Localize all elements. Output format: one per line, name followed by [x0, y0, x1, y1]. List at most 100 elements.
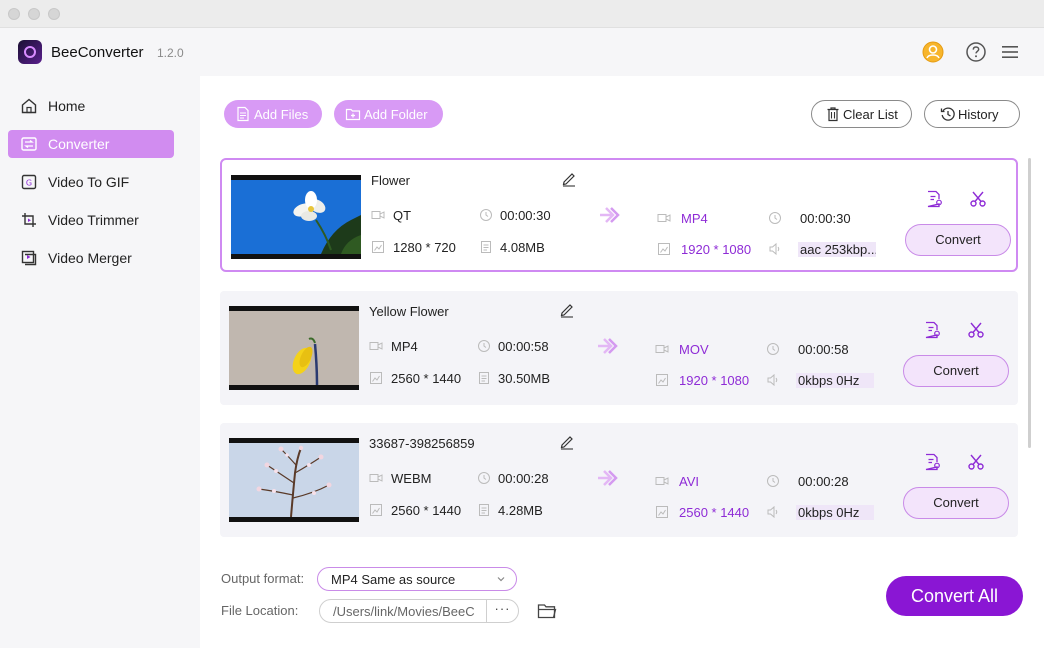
output-resolution[interactable]: 2560 * 1440 [679, 505, 749, 520]
home-icon [21, 98, 37, 114]
speaker-icon [767, 505, 778, 519]
flower-thumbnail-image [231, 180, 361, 254]
convert-all-button[interactable]: Convert All [886, 576, 1023, 616]
convert-arrow-icon [598, 470, 618, 486]
app-logo [18, 40, 42, 64]
file-name: 33687-398256859 [369, 436, 475, 451]
file-card[interactable]: Yellow Flower MP4 00:00:58 2560 * 1440 3… [220, 291, 1018, 405]
output-format[interactable]: MOV [679, 342, 709, 357]
video-format-icon [369, 342, 383, 350]
edit-name-icon[interactable] [559, 434, 575, 450]
source-duration: 00:00:58 [498, 339, 549, 354]
file-card[interactable]: Flower QT 00:00:30 1280 * 720 4.08MB MP4… [220, 158, 1018, 272]
add-folder-button[interactable]: Add Folder [334, 100, 443, 128]
output-format-label: Output format: [221, 571, 305, 586]
window-titlebar [0, 0, 1044, 28]
file-size-icon [479, 372, 489, 384]
edit-name-icon[interactable] [561, 171, 577, 187]
clear-list-label: Clear List [843, 107, 898, 122]
output-format-value: MP4 Same as source [331, 572, 456, 587]
output-format-select[interactable]: MP4 Same as source [317, 567, 517, 591]
history-button[interactable]: History [924, 100, 1020, 128]
video-thumbnail [231, 175, 361, 259]
file-location-label: File Location: [221, 603, 299, 618]
source-size: 30.50MB [498, 371, 551, 386]
add-file-icon [237, 106, 249, 122]
clock-icon [767, 343, 779, 355]
sidebar-item-label: Video Trimmer [48, 212, 139, 228]
yellow-flower-thumbnail-image [229, 311, 359, 385]
clock-icon [767, 475, 779, 487]
output-format[interactable]: MP4 [681, 211, 708, 226]
history-label: History [958, 107, 999, 122]
file-location-field[interactable]: /Users/link/Movies/BeeC ··· [319, 599, 519, 623]
browse-location-button[interactable]: ··· [486, 600, 518, 622]
scissors-icon[interactable] [969, 190, 987, 208]
account-icon[interactable] [922, 41, 944, 63]
source-size: 4.08MB [500, 240, 545, 255]
speaker-icon [769, 242, 780, 256]
file-name: Yellow Flower [369, 304, 449, 319]
resolution-icon [372, 241, 384, 253]
output-resolution[interactable]: 1920 * 1080 [681, 242, 751, 257]
menu-icon[interactable] [999, 41, 1021, 63]
source-resolution: 2560 * 1440 [391, 503, 462, 518]
add-folder-icon [345, 108, 361, 121]
zoom-window-button[interactable] [48, 8, 60, 20]
clock-icon [478, 472, 490, 484]
clear-list-button[interactable]: Clear List [811, 100, 912, 128]
add-files-button[interactable]: Add Files [224, 100, 322, 128]
svg-text:G: G [26, 179, 32, 188]
scissors-icon[interactable] [967, 321, 985, 339]
add-folder-label: Add Folder [364, 107, 428, 122]
resolution-icon [370, 504, 382, 516]
help-icon[interactable] [965, 41, 987, 63]
sidebar-item-home[interactable]: Home [8, 92, 174, 120]
settings-file-icon[interactable] [923, 453, 941, 471]
app-version: 1.2.0 [157, 46, 184, 60]
file-list-scroll-thumb[interactable] [1028, 158, 1031, 448]
blossom-branch-thumbnail-image [229, 443, 359, 517]
output-duration: 00:00:30 [800, 211, 851, 226]
convert-arrow-icon [600, 207, 620, 223]
app-name: BeeConverter [51, 44, 144, 61]
settings-file-icon[interactable] [925, 190, 943, 208]
convert-button[interactable]: Convert [903, 355, 1009, 387]
output-audio[interactable]: 0kbps 0Hz [796, 505, 874, 520]
sidebar: Home Converter G Video To GIF Video Trim… [0, 76, 200, 648]
video-format-icon [657, 214, 671, 222]
sidebar-item-converter[interactable]: Converter [8, 130, 174, 158]
settings-file-icon[interactable] [923, 321, 941, 339]
source-format: WEBM [391, 471, 432, 486]
close-window-button[interactable] [8, 8, 20, 20]
file-card[interactable]: 33687-398256859 WEBM 00:00:28 2560 * 144… [220, 423, 1018, 537]
scissors-icon[interactable] [967, 453, 985, 471]
edit-name-icon[interactable] [559, 302, 575, 318]
source-resolution: 2560 * 1440 [391, 371, 462, 386]
convert-arrow-icon [598, 338, 618, 354]
output-resolution[interactable]: 1920 * 1080 [679, 373, 749, 388]
source-size: 4.28MB [498, 503, 543, 518]
source-format: QT [393, 208, 412, 223]
output-audio[interactable]: aac 253kbp... [798, 242, 876, 257]
trimmer-icon [22, 213, 36, 227]
output-duration: 00:00:58 [798, 342, 849, 357]
sidebar-item-video-to-gif[interactable]: G Video To GIF [8, 168, 174, 196]
source-duration: 00:00:30 [500, 208, 551, 223]
source-duration: 00:00:28 [498, 471, 549, 486]
clock-icon [769, 212, 781, 224]
converter-icon [21, 137, 37, 151]
resolution-icon [656, 506, 668, 518]
convert-button[interactable]: Convert [905, 224, 1011, 256]
convert-button[interactable]: Convert [903, 487, 1009, 519]
video-format-icon [655, 477, 669, 485]
sidebar-item-video-trimmer[interactable]: Video Trimmer [8, 206, 174, 234]
chevron-down-icon [497, 577, 505, 582]
sidebar-item-video-merger[interactable]: Video Merger [8, 244, 174, 272]
minimize-window-button[interactable] [28, 8, 40, 20]
open-folder-icon[interactable] [537, 602, 557, 620]
output-audio[interactable]: 0kbps 0Hz [796, 373, 874, 388]
file-size-icon [479, 504, 489, 516]
output-format[interactable]: AVI [679, 474, 699, 489]
history-icon [940, 107, 955, 121]
